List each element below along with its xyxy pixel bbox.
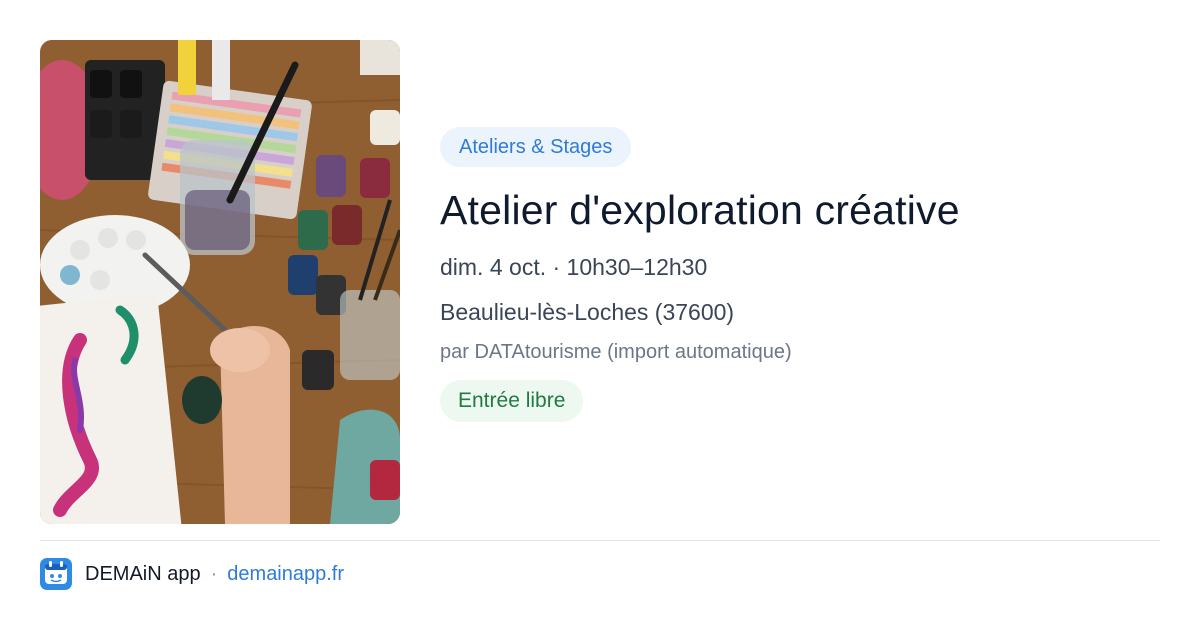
category-badge[interactable]: Ateliers & Stages [440,127,632,167]
event-title[interactable]: Atelier d'exploration créative [440,185,1140,235]
event-image[interactable] [40,40,400,524]
art-supplies-photo [40,40,400,524]
footer-divider [40,540,1160,541]
footer-separator: · [210,562,218,585]
app-name: DEMAiN app [85,562,201,585]
event-source: par DATAtourisme (import automatique) [440,341,792,363]
footer: DEMAiN app · demainapp.fr [40,558,344,590]
demain-app-logo-icon[interactable] [40,558,72,590]
event-date-time: dim. 4 oct. · 10h30–12h30 [440,254,708,280]
event-location: Beaulieu-lès-Loches (37600) [440,299,735,325]
app-url-link[interactable]: demainapp.fr [227,563,344,586]
price-badge: Entrée libre [440,380,584,422]
event-card[interactable]: Ateliers & Stages Atelier d'exploration … [40,40,1160,524]
event-info: Ateliers & Stages Atelier d'exploration … [440,127,1140,422]
